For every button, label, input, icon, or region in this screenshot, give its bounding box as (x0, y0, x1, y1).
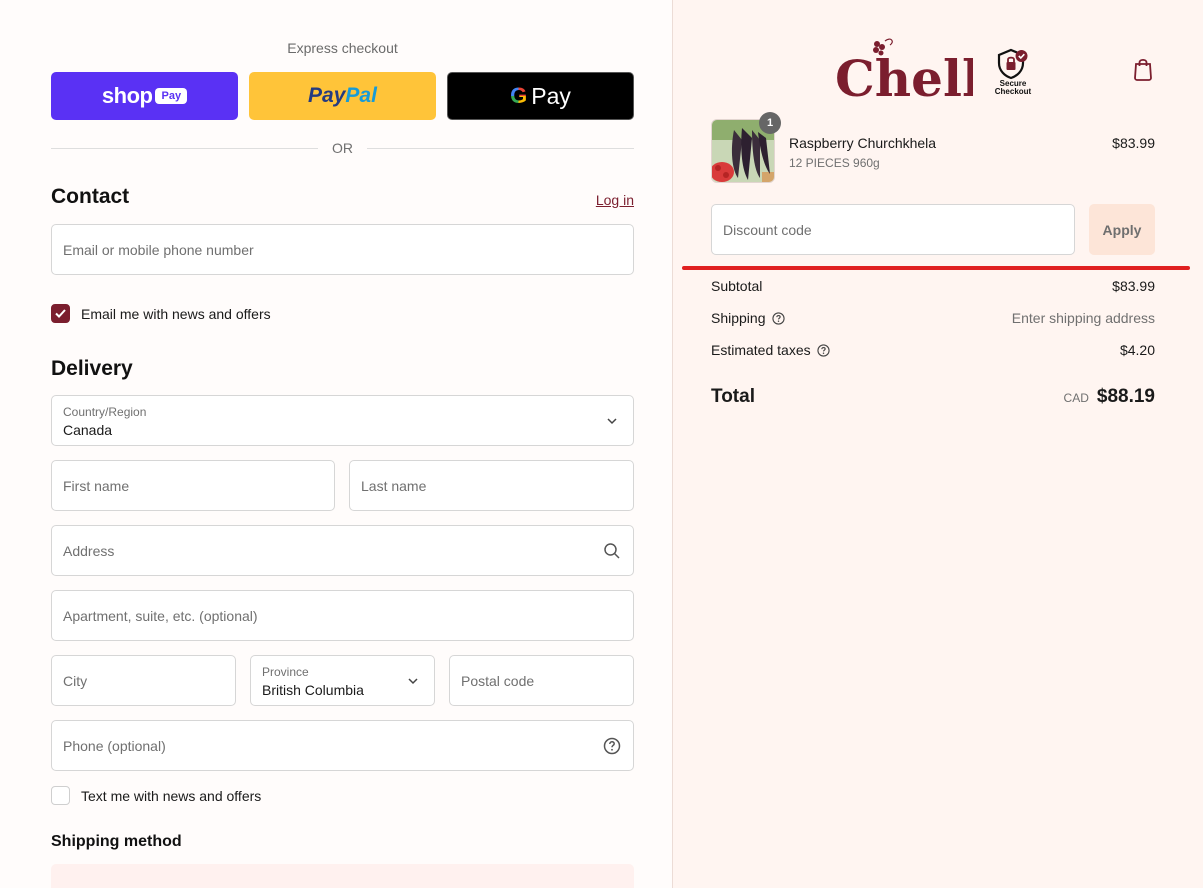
total-amount: $88.19 (1096, 386, 1155, 407)
email-news-label: Email me with news and offers (81, 305, 271, 322)
shopping-bag-icon[interactable] (1132, 57, 1154, 81)
phone-field[interactable]: Phone (optional) (51, 720, 634, 771)
apartment-field[interactable]: Apartment, suite, etc. (optional) (51, 590, 634, 641)
sms-news-checkbox[interactable] (51, 786, 70, 805)
shipping-row: Shipping Enter shipping address (711, 310, 1155, 326)
sms-news-checkbox-row[interactable]: Text me with news and offers (51, 786, 261, 805)
product-price: $83.99 (1112, 135, 1155, 151)
subtotal-label: Subtotal (711, 278, 763, 294)
email-news-checkbox[interactable] (51, 304, 70, 323)
shipping-method-notice (51, 864, 634, 888)
province-value: British Columbia (262, 682, 364, 698)
or-divider: OR (51, 139, 634, 157)
paypal-button[interactable]: PayPal (249, 72, 436, 120)
address-placeholder: Address (63, 543, 115, 559)
shop-pay-pill: Pay (155, 88, 188, 104)
google-pay-button[interactable]: G Pay (447, 72, 634, 120)
province-label: Province (262, 665, 309, 679)
email-field[interactable]: Email or mobile phone number (51, 224, 634, 275)
chevron-down-icon (607, 418, 617, 425)
apartment-placeholder: Apartment, suite, etc. (optional) (63, 608, 258, 624)
checkout-form-panel: Express checkout shop Pay PayPal G Pay O… (0, 0, 672, 888)
first-name-field[interactable]: First name (51, 460, 335, 511)
annotation-underline (682, 266, 1190, 270)
product-variant: 12 PIECES 960g (789, 156, 880, 170)
discount-placeholder: Discount code (723, 222, 812, 238)
apply-discount-button[interactable]: Apply (1089, 204, 1155, 255)
phone-placeholder: Phone (optional) (63, 738, 166, 754)
country-value: Canada (63, 422, 113, 438)
email-placeholder: Email or mobile phone number (63, 242, 254, 258)
city-placeholder: City (63, 673, 88, 689)
help-circle-icon[interactable] (771, 311, 785, 325)
checkmark-icon (55, 309, 66, 318)
paypal-logo: PayPal (308, 84, 377, 107)
last-name-field[interactable]: Last name (349, 460, 634, 511)
delivery-heading: Delivery (51, 357, 133, 380)
or-text: OR (332, 140, 353, 156)
search-icon (604, 543, 620, 559)
city-field[interactable]: City (51, 655, 236, 706)
express-checkout-title: Express checkout (287, 40, 398, 56)
postal-code-field[interactable]: Postal code (449, 655, 634, 706)
shop-pay-word: shop (101, 83, 153, 108)
svg-text:Chella: Chella (835, 49, 973, 100)
shield-lock-icon (997, 48, 1028, 80)
postal-code-placeholder: Postal code (461, 673, 535, 689)
country-label: Country/Region (63, 405, 147, 419)
help-circle-icon[interactable] (816, 343, 830, 357)
subtotal-value: $83.99 (1112, 278, 1155, 294)
subtotal-row: Subtotal $83.99 (711, 278, 1155, 294)
currency-code: CAD (1063, 391, 1089, 405)
email-news-checkbox-row[interactable]: Email me with news and offers (51, 304, 271, 323)
product-name: Raspberry Churchkhela (789, 135, 937, 151)
help-circle-icon[interactable] (603, 737, 621, 755)
sms-news-label: Text me with news and offers (81, 787, 262, 804)
province-select[interactable]: Province British Columbia (250, 655, 435, 706)
discount-code-input[interactable]: Discount code (711, 204, 1075, 255)
shipping-label: Shipping (711, 310, 766, 326)
country-select[interactable]: Country/Region Canada (51, 395, 634, 446)
address-field[interactable]: Address (51, 525, 634, 576)
secure-line-2: Checkout (994, 87, 1032, 96)
total-label: Total (711, 386, 755, 407)
chevron-down-icon (408, 678, 418, 685)
secure-checkout-badge: Secure Checkout (991, 48, 1035, 100)
taxes-row: Estimated taxes $4.20 (711, 342, 1155, 358)
chella-logo[interactable]: Chella (833, 36, 973, 100)
total-row: Total CAD $88.19 (711, 386, 1155, 408)
first-name-placeholder: First name (63, 478, 130, 494)
last-name-placeholder: Last name (361, 478, 427, 494)
shipping-method-heading: Shipping method (51, 833, 182, 850)
contact-heading: Contact (51, 185, 130, 208)
login-link[interactable]: Log in (560, 192, 634, 208)
shipping-value: Enter shipping address (1011, 310, 1155, 326)
taxes-value: $4.20 (1119, 342, 1155, 358)
google-g-icon: G (510, 83, 528, 108)
shop-pay-button[interactable]: shop Pay (51, 72, 238, 120)
google-pay-word: Pay (531, 82, 571, 109)
taxes-label: Estimated taxes (711, 342, 811, 358)
quantity-badge: 1 (759, 112, 781, 134)
